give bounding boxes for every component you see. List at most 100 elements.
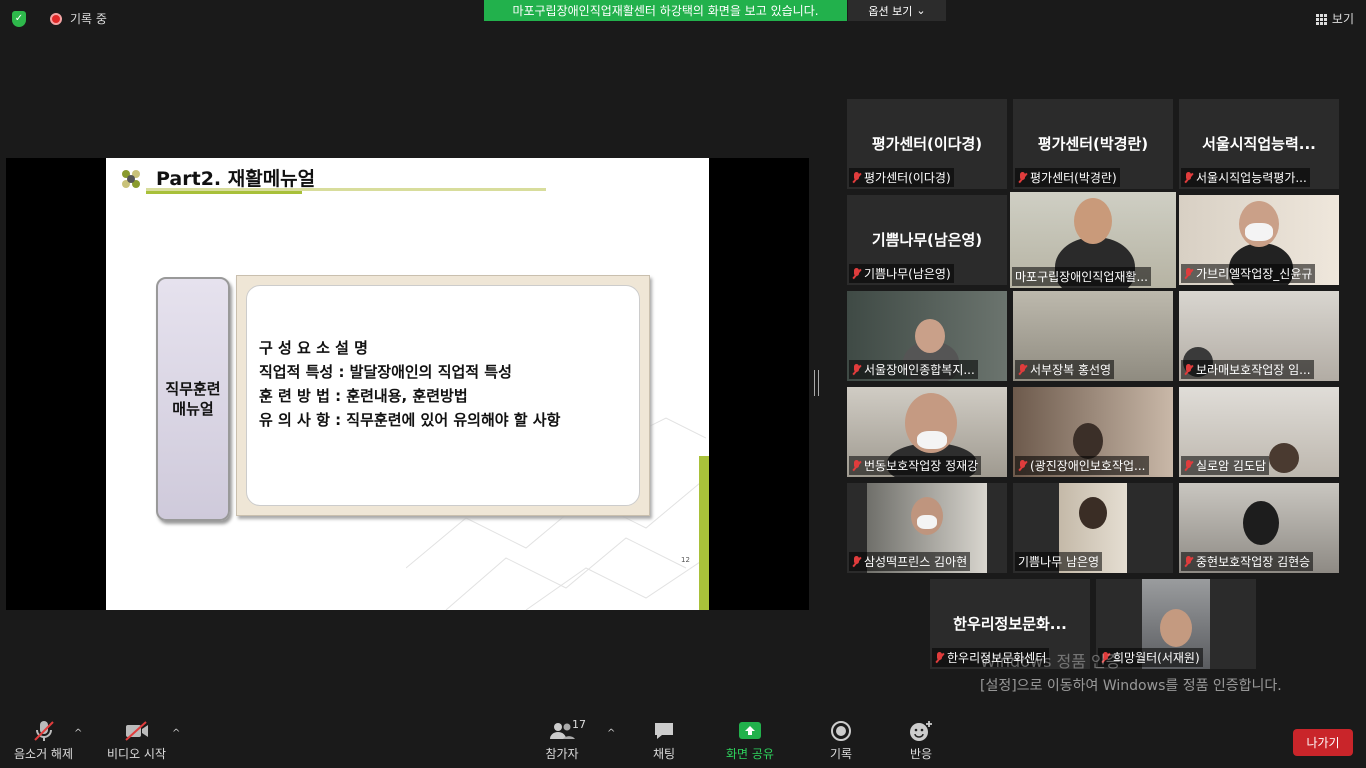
participant-name: 번동보호작업장 정재강 — [864, 459, 979, 473]
split-view-handle[interactable] — [814, 370, 819, 396]
participant-display-name: 평가센터(이다경) — [871, 135, 983, 153]
participants-count: 17 — [572, 718, 586, 731]
meeting-toolbar: 음소거 해제 ^ 비디오 시작 ^ 17 참가자 ^ 채팅 화면 공유 기록 반… — [0, 706, 1366, 768]
mic-muted-icon — [852, 459, 861, 472]
side-label-line1: 직무훈련 — [165, 379, 221, 398]
participants-icon: 17 — [540, 718, 586, 742]
reaction-icon — [908, 720, 934, 742]
content-line: 훈 련 방 법 : 훈련내용, 훈련방법 — [259, 387, 468, 405]
slide-title: Part2. 재활메뉴얼 — [156, 168, 316, 190]
security-shield-icon[interactable]: ✓ — [12, 10, 26, 27]
participant-label: 삼성떡프린스 김아현 — [849, 552, 971, 571]
participant-name: 서울장애인종합복지... — [864, 363, 975, 377]
leave-meeting-button[interactable]: 나가기 — [1293, 729, 1353, 756]
participant-tile[interactable]: 평가센터(이다경) 평가센터(이다경) — [847, 99, 1007, 189]
content-line: 직업적 특성 : 발달장애인의 직업적 특성 — [259, 363, 512, 381]
view-options-label: 옵션 보기 — [868, 4, 913, 18]
participant-tile[interactable]: 보라매보호작업장 임... — [1179, 291, 1339, 381]
participant-name: 기쁨나무(남은영) — [864, 267, 951, 281]
view-button[interactable]: 보기 — [1315, 10, 1354, 27]
mic-muted-icon — [1018, 363, 1027, 376]
participant-tile[interactable]: 서울장애인종합복지... — [847, 291, 1007, 381]
participant-label: 평가센터(박경란) — [1015, 168, 1120, 187]
video-off-icon — [124, 720, 150, 742]
presentation-slide: Part2. 재활메뉴얼 직무훈련 매뉴얼 구 성 요 소 설 명 직업적 특성 — [106, 158, 709, 610]
video-head — [1079, 497, 1107, 529]
participant-tile-active-speaker[interactable]: 마포구립장애인직업재활... — [1010, 192, 1176, 288]
share-screen-icon — [737, 720, 763, 742]
mic-muted-icon — [1018, 171, 1027, 184]
audio-options-caret-icon[interactable]: ^ — [74, 728, 82, 739]
participants-button[interactable]: 17 참가자 — [540, 718, 586, 762]
participant-tile[interactable]: 기쁨나무(남은영) 기쁨나무(남은영) — [847, 195, 1007, 285]
title-underline-accent — [146, 191, 302, 194]
video-options-caret-icon[interactable]: ^ — [172, 728, 180, 739]
participant-label: 보라매보호작업장 임... — [1181, 360, 1314, 379]
unmute-button[interactable]: 음소거 해제 — [14, 720, 73, 762]
content-line: 구 성 요 소 설 명 — [259, 339, 368, 357]
participants-label: 참가자 — [545, 747, 579, 761]
participant-label: 중현보호작업장 김현승 — [1181, 552, 1314, 571]
mic-muted-icon — [1184, 459, 1193, 472]
participant-tile[interactable]: 실로암 김도담 — [1179, 387, 1339, 477]
participant-tile[interactable]: 삼성떡프린스 김아현 — [847, 483, 1007, 573]
recording-label: 기록 중 — [70, 12, 107, 26]
participant-tile[interactable]: 서부장복 홍선영 — [1013, 291, 1173, 381]
participant-label: 마포구립장애인직업재활... — [1012, 267, 1151, 286]
slide-accent-bar — [699, 456, 709, 610]
participant-tile[interactable]: 중현보호작업장 김현승 — [1179, 483, 1339, 573]
job-training-manual-box: 직무훈련 매뉴얼 — [156, 277, 230, 521]
participant-tile[interactable]: 가브리엘작업장_신윤규 — [1179, 195, 1339, 285]
windows-activation-title: Windows 정품 인증 — [980, 652, 1121, 671]
participant-tile[interactable]: 서울시직업능력... 서울시직업능력평가... — [1179, 99, 1339, 189]
mic-muted-icon — [852, 363, 861, 376]
mic-muted-icon — [1018, 459, 1027, 472]
video-head — [1160, 609, 1192, 647]
video-head — [915, 319, 945, 353]
start-video-button[interactable]: 비디오 시작 — [107, 720, 166, 762]
mic-muted-icon — [31, 720, 57, 742]
share-screen-label: 화면 공유 — [726, 747, 774, 761]
mic-muted-icon — [1184, 363, 1193, 376]
video-mask — [917, 431, 947, 449]
participant-tile[interactable]: (광진장애인보호작업... — [1013, 387, 1173, 477]
video-head — [1074, 198, 1112, 244]
participant-label: 번동보호작업장 정재강 — [849, 456, 982, 475]
content-text: 구 성 요 소 설 명 직업적 특성 : 발달장애인의 직업적 특성 훈 련 방… — [259, 336, 560, 432]
unmute-label: 음소거 해제 — [14, 747, 74, 761]
view-label: 보기 — [1331, 12, 1354, 26]
video-head — [1243, 501, 1279, 545]
shared-screen[interactable]: Part2. 재활메뉴얼 직무훈련 매뉴얼 구 성 요 소 설 명 직업적 특성 — [6, 158, 809, 610]
participant-label: 가브리엘작업장_신윤규 — [1181, 264, 1316, 283]
participants-caret-icon[interactable]: ^ — [607, 728, 615, 739]
participant-tile[interactable]: 번동보호작업장 정재강 — [847, 387, 1007, 477]
record-button[interactable]: 기록 — [828, 720, 854, 762]
mic-muted-icon — [1184, 171, 1193, 184]
participant-label: (광진장애인보호작업... — [1015, 456, 1149, 475]
participant-display-name: 평가센터(박경란) — [1037, 135, 1149, 153]
side-label-line2: 매뉴얼 — [172, 400, 214, 418]
slide-bullet-icon — [122, 170, 140, 188]
reactions-button[interactable]: 반응 — [908, 720, 934, 762]
recording-icon — [50, 12, 62, 25]
participant-label: 실로암 김도담 — [1181, 456, 1270, 475]
video-head — [1269, 443, 1299, 473]
chat-button[interactable]: 채팅 — [651, 720, 677, 762]
mic-muted-icon — [935, 651, 944, 664]
participant-name: 서울시직업능력평가... — [1196, 171, 1307, 185]
grid-view-icon — [1315, 13, 1327, 25]
chevron-down-icon: ⌄ — [916, 4, 926, 17]
share-screen-button[interactable]: 화면 공유 — [726, 720, 774, 762]
participant-label: 기쁨나무 남은영 — [1015, 552, 1103, 571]
participant-name: 마포구립장애인직업재활... — [1015, 270, 1148, 284]
participant-tile[interactable]: 평가센터(박경란) 평가센터(박경란) — [1013, 99, 1173, 189]
participant-label: 서부장복 홍선영 — [1015, 360, 1115, 379]
participant-tile[interactable]: 기쁨나무 남은영 — [1013, 483, 1173, 573]
windows-activation-message: [설정]으로 이동하여 Windows를 정품 인증합니다. — [980, 678, 1282, 694]
content-line: 유 의 사 항 : 직무훈련에 있어 유의해야 할 사항 — [259, 411, 561, 429]
participant-name: 서부장복 홍선영 — [1030, 363, 1112, 377]
view-options-button[interactable]: 옵션 보기 ⌄ — [848, 0, 946, 21]
video-head — [1073, 423, 1103, 459]
mic-muted-icon — [852, 555, 861, 568]
participant-display-name: 서울시직업능력... — [1202, 135, 1316, 153]
